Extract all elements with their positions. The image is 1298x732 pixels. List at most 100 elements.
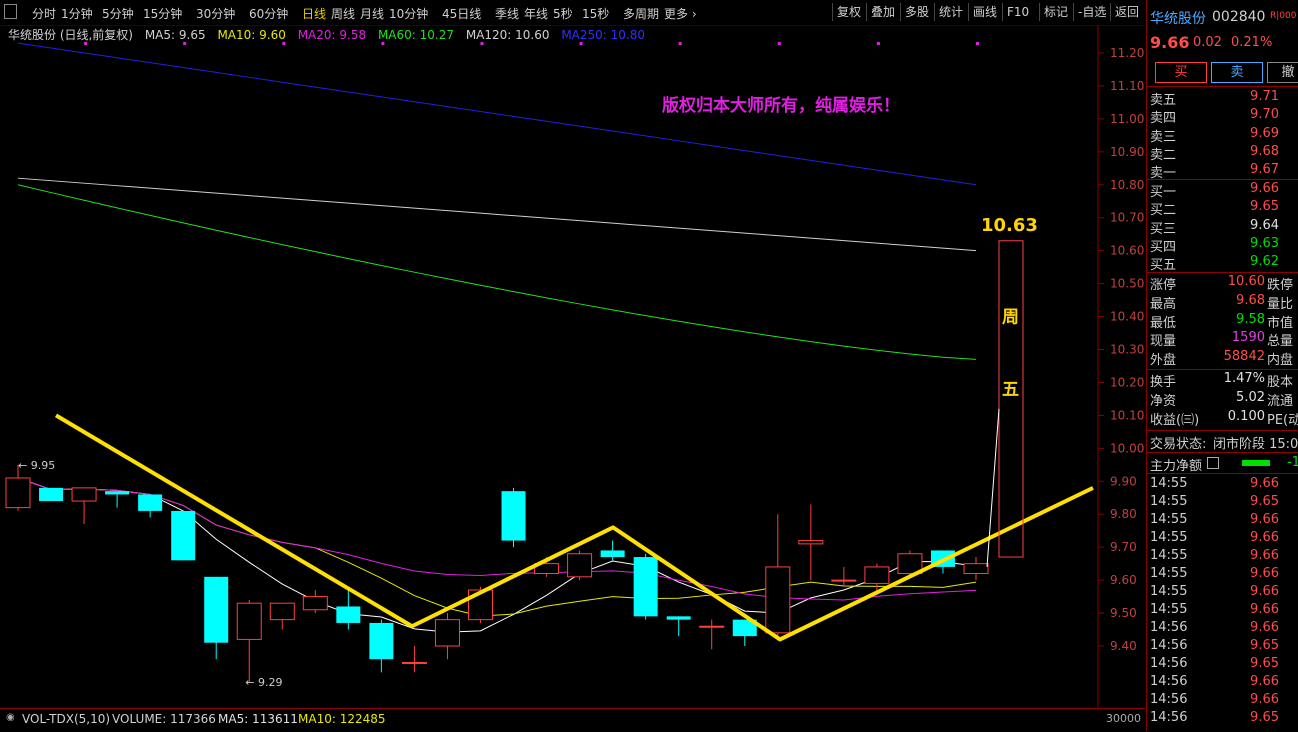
signal-dot [876,42,880,45]
sell-button[interactable]: 卖 [1211,62,1263,83]
toolbar-button-0[interactable]: 复权 [832,3,865,21]
price-tick-label: 10.10 [1110,408,1144,422]
period-tab-4[interactable]: 30分钟 [196,5,235,22]
bid-row-2-label: 买三 [1150,221,1177,237]
toolbar-button-8[interactable]: 返回 [1110,3,1143,21]
netflow-bar [1242,460,1270,466]
candle-body [963,563,989,575]
stat-row-2-value: 9.58 [1236,311,1265,327]
stat2-row-1-label2: 流通 [1267,394,1294,409]
tick-row: 14:55 9.66 [1147,602,1298,620]
bid-row-0: 买一 9.66 [1147,181,1298,200]
price-tick-label: 10.20 [1110,375,1144,389]
collapse-icon[interactable]: ◉ [6,712,15,723]
candle-body [501,491,526,541]
period-tab-0[interactable]: 分时 [32,5,56,22]
tick-row: 14:56 9.65 [1147,656,1298,674]
period-tab-12[interactable]: 年线 [524,5,548,22]
ask-row-2-value: 9.69 [1250,125,1279,141]
period-tab-6[interactable]: 日线 [302,5,326,22]
ask-row-0-value: 9.71 [1250,89,1279,104]
period-tab-8[interactable]: 月线 [360,5,384,22]
period-tab-2[interactable]: 5分钟 [102,5,134,22]
tick-price: 9.66 [1250,602,1279,617]
period-tab-5[interactable]: 60分钟 [249,5,288,22]
stat-row-4-value: 58842 [1223,349,1265,365]
stock-code: 002840 [1212,9,1266,25]
toolbar-button-2[interactable]: 多股 [900,3,933,21]
price-tick-label: 9.50 [1110,606,1137,620]
ask-row-0: 卖五 9.71 [1147,89,1298,108]
period-tab-3[interactable]: 15分钟 [143,5,182,22]
netflow-menu-icon[interactable] [1207,457,1219,469]
bid-row-3: 买四 9.63 [1147,236,1298,255]
tick-time: 14:55 [1150,584,1188,599]
signal-dot [976,42,979,45]
period-tab-1[interactable]: 1分钟 [61,5,93,22]
candle-body [798,540,824,545]
stock-name: 华统股份 [1150,11,1206,27]
moving-average-lines [17,42,977,633]
toolbar-button-3[interactable]: 统计 [934,3,967,21]
toolbar-button-6[interactable]: 标记 [1039,3,1072,21]
tick-price: 9.66 [1250,620,1279,635]
period-tab-13[interactable]: 5秒 [553,5,573,22]
price-tick-label: 10.30 [1110,343,1144,357]
candle-body [336,606,361,623]
candle-body [567,553,593,578]
stat2-row-2-value: 0.100 [1227,409,1265,424]
ma60-line [17,184,977,360]
candle-body [39,487,64,502]
cancel-button[interactable]: 撤 [1267,62,1298,83]
toolbar-button-4[interactable]: 画线 [968,3,1001,21]
vol-axis-label: 30000 [1106,712,1141,725]
kline-chart[interactable]: 11.20 11.10 11.00 10.90 10.80 10.70 10.60 10.50… [0,25,1145,708]
price-tick-label: 10.90 [1110,145,1144,159]
stat-row-0: 涨停 10.60 跌停 [1147,274,1298,293]
price-tick-label: 9.90 [1110,474,1137,488]
ask-row-1: 卖四 9.70 [1147,107,1298,126]
tick-price: 9.65 [1250,656,1279,671]
tick-price: 9.66 [1250,674,1279,689]
tick-time: 14:56 [1150,674,1188,689]
tick-row: 14:56 9.65 [1147,710,1298,728]
stat-row-0-label: 涨停 [1150,278,1177,293]
candle-body [269,602,295,621]
tick-price: 9.65 [1250,710,1279,725]
period-tab-16[interactable]: 更多 › [664,5,697,22]
stock-tag: R|000 [1270,11,1297,21]
chart-annotations: 10.63 周五 ← 9.95 ← 9.29 [18,42,1038,689]
price-change: 0.02 [1193,35,1222,50]
stat2-row-2-label2: PE(动 [1267,413,1298,428]
stat-row-3-value: 1590 [1231,330,1265,346]
period-tab-10[interactable]: 45日线 [442,5,481,22]
tick-price: 9.66 [1250,512,1279,527]
period-tab-14[interactable]: 15秒 [582,5,609,22]
trade-status-value: 闭市阶段 15:0 [1213,437,1298,452]
max-price-label: ← 9.95 [18,459,55,472]
high-price-label: 10.63 [981,215,1038,236]
tick-time: 14:55 [1150,512,1188,527]
toolbar-button-7[interactable]: -自选 [1073,3,1110,21]
tick-price: 9.66 [1250,584,1279,599]
toolbar-button-5[interactable]: F10 [1002,3,1033,21]
stat-row-2-label2: 市值 [1267,315,1294,331]
buy-button[interactable]: 买 [1155,62,1207,83]
price-tick-label: 10.40 [1110,310,1144,324]
panel-toggle-icon[interactable] [4,4,17,19]
stat2-row-2-label: 收益(㈢) [1150,413,1200,428]
price-tick-label: 11.00 [1110,112,1144,126]
period-tab-7[interactable]: 周线 [331,5,355,22]
tick-price: 9.65 [1250,638,1279,653]
candle-body [600,550,625,558]
signal-dot [579,42,583,45]
candle-body [302,596,328,611]
stat-row-0-label2: 跌停 [1267,278,1294,293]
period-tab-15[interactable]: 多周期 [623,5,659,22]
stat-row-4: 外盘 58842 内盘 [1147,349,1298,368]
stat-row-1-label2: 量比 [1267,296,1294,312]
toolbar-button-1[interactable]: 叠加 [866,3,899,21]
ask-row-4-value: 9.67 [1250,162,1279,178]
period-tab-11[interactable]: 季线 [495,5,519,22]
period-tab-9[interactable]: 10分钟 [389,5,428,22]
